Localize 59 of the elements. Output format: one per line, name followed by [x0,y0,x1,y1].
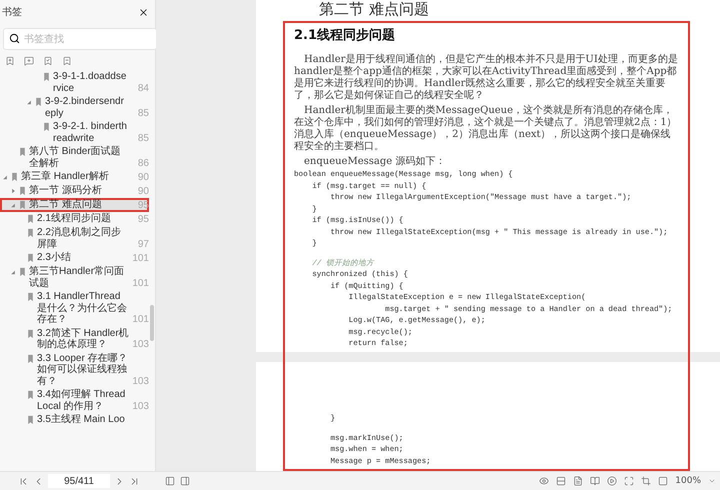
bookmark-check-icon[interactable] [43,56,53,66]
chapter-heading: 第二节 难点问题 [319,0,430,18]
sidebar-title: 书签 [2,6,22,19]
bookmark-remove-icon[interactable] [62,56,72,66]
bookmark-item[interactable]: 2.3小结 101 [0,251,149,265]
bookmark-item[interactable]: 3.5主线程 Main Loo [0,413,149,427]
bookmark-icon [43,71,50,83]
bookmark-icon [43,121,50,133]
caret-icon[interactable] [708,477,716,485]
bookmark-icon [27,213,34,225]
bookmark-add-icon[interactable] [5,56,15,66]
continuous-view-icon[interactable] [556,476,566,486]
bookmark-icon [19,146,26,158]
bookmark-icon [27,389,34,401]
page-field[interactable]: 95/411 [48,474,110,488]
bookmark-icon [19,199,26,211]
bookmark-icon [19,266,26,278]
paragraph: enqueueMessage 源码如下： [303,156,446,168]
single-page-icon[interactable] [573,476,584,486]
panel-right-icon[interactable] [180,476,190,486]
bookmark-item[interactable]: 3-9-1-1.doaddservice 84 [0,70,149,95]
play-icon[interactable] [607,476,618,486]
bookmark-item[interactable]: 3.2简述下 Handler机制的总体原理？ 103 [0,326,149,352]
bookmark-icon [35,96,42,108]
bookmark-icon [27,352,34,364]
bookmark-item[interactable]: 第三章 Handler解析 90 [0,170,149,184]
paragraph: Handler机制里面最主要的类MessageQueue，这个类就是所有消息的存储仓库，在这个仓库中，我们如何的管理好消息，这个就是一个关键点了。消息管理就2点：1）消息入库（enqueueMessage），2）消息出库（next），所以这两个接口是确保线程安全的主要档口。 [294,105,678,153]
bookmark-item[interactable]: 第三节Handler常问面试题 101 [0,265,149,290]
search-icon [9,33,20,44]
bookmark-icon [19,185,26,197]
bookmark-item[interactable]: 第一节 源码分析 90 [0,184,149,198]
last-page-icon[interactable] [129,476,140,486]
bookmark-icon [27,227,34,239]
zoom-level[interactable]: 100% [675,476,701,486]
bookmark-icon [27,252,34,264]
search-field[interactable]: 书签查找 [3,28,157,50]
bookmark-item[interactable]: 3.3 Looper 存在哪？如何可以保证线程独有？ 103 [0,352,149,388]
first-page-icon[interactable] [18,476,29,486]
bookmark-icon [27,414,34,426]
bookmark-item[interactable]: 3.1 HandlerThread是什么？为什么它会存在？ 101 [0,290,149,326]
paragraph: Handler是用于线程间通信的，但是它产生的根本并不只是用于UI处理，而更多的是handler是整个app通信的框架，大家可以在ActivityThread里面感受到，整个App都是用它来进行线程间的协调。Handler既然这么重要，那么它的线程安全就至关重要了，那么它是如何保证自己的线程安全呢？ [294,54,679,102]
eye-icon[interactable] [539,476,550,486]
bookmark-item[interactable]: 3-9-2.bindersendreply 85 [0,95,149,120]
bookmark-item[interactable]: 2.2消息机制之同步屏障 97 [0,226,149,251]
fit-page-icon[interactable] [624,476,634,486]
bookmark-item[interactable]: 2.1线程同步问题 95 [0,212,149,226]
section-heading: 2.1线程同步问题 [294,27,396,44]
close-icon[interactable] [138,6,149,18]
bookmark-item[interactable]: 3-9-2-1. binderthreadwrite 85 [0,120,149,145]
comment-add-icon[interactable] [24,56,34,66]
two-page-icon[interactable] [590,476,600,486]
bookmark-icon [27,328,34,340]
bookmark-item[interactable]: 第八节 Binder面试题全解析 86 [0,145,149,170]
crop-icon[interactable] [641,476,652,486]
page-icon[interactable] [658,476,668,486]
panel-left-icon[interactable] [165,476,175,486]
bookmark-icon [27,291,34,303]
bookmark-icon [11,171,18,183]
bookmark-item[interactable]: 3.4如何理解 ThreadLocal 的作用？ 103 [0,388,149,413]
